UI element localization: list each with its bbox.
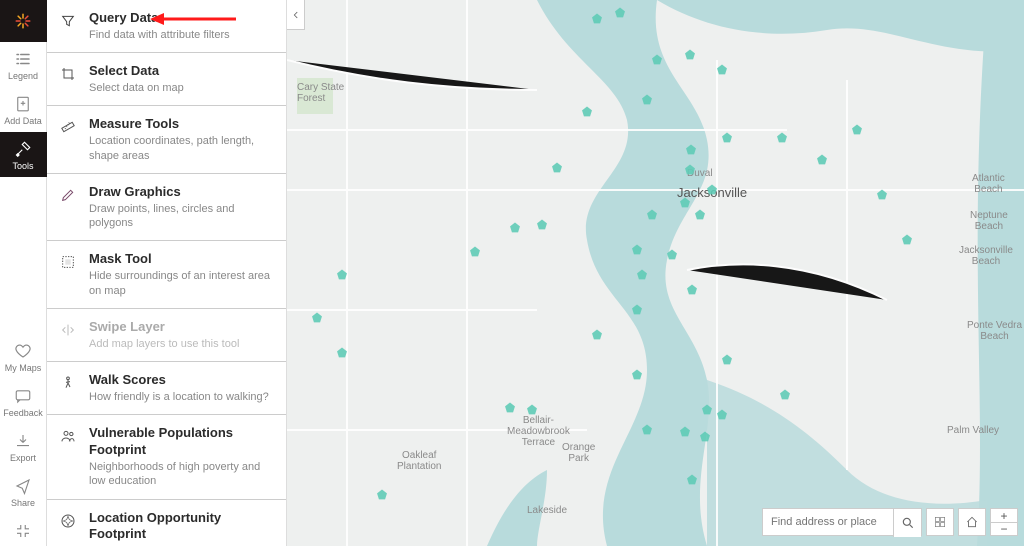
filter-icon	[59, 12, 77, 30]
tool-vuln-pop[interactable]: Vulnerable Populations Footprint Neighbo…	[47, 415, 286, 499]
swipe-icon	[59, 321, 77, 339]
left-rail: Legend Add Data Tools My Maps Feedback E…	[0, 0, 47, 546]
zoom-in-button[interactable]: +	[990, 508, 1018, 522]
rail-label: Share	[11, 498, 35, 508]
walk-icon	[59, 374, 77, 392]
rail-item-share[interactable]: Share	[0, 469, 47, 514]
tool-title: Walk Scores	[89, 372, 274, 389]
tool-desc: How friendly is a location to walking?	[89, 390, 274, 404]
rail-item-tools[interactable]: Tools	[0, 132, 47, 177]
tool-title: Query Data	[89, 10, 274, 27]
rail-label: Export	[10, 453, 36, 463]
share-icon	[14, 477, 32, 495]
tool-desc: Hide surroundings of an interest area on…	[89, 269, 274, 298]
compass-icon	[59, 512, 77, 530]
tool-title: Vulnerable Populations Footprint	[89, 425, 274, 459]
map-basemap	[287, 0, 1024, 546]
search-icon	[901, 516, 915, 530]
tool-walk-scores[interactable]: Walk Scores How friendly is a location t…	[47, 362, 286, 415]
tool-title: Swipe Layer	[89, 319, 274, 336]
search-input[interactable]	[763, 509, 893, 535]
collapse-panel-button[interactable]	[287, 0, 305, 30]
tool-desc: Select data on map	[89, 81, 274, 95]
tool-desc: Find data with attribute filters	[89, 28, 274, 42]
tool-title: Location Opportunity Footprint	[89, 510, 274, 544]
search-button[interactable]	[893, 509, 921, 537]
people-icon	[59, 427, 77, 445]
rail-item-legend[interactable]: Legend	[0, 42, 47, 87]
tool-title: Measure Tools	[89, 116, 274, 133]
heart-icon	[14, 342, 32, 360]
pencil-icon	[59, 186, 77, 204]
rail-item-export[interactable]: Export	[0, 424, 47, 469]
rail-label: Legend	[8, 71, 38, 81]
rail-item-fullscreen[interactable]	[0, 514, 47, 546]
tool-measure[interactable]: Measure Tools Location coordinates, path…	[47, 106, 286, 173]
tool-select-data[interactable]: Select Data Select data on map	[47, 53, 286, 106]
tool-title: Select Data	[89, 63, 274, 80]
basemap-button[interactable]	[926, 508, 954, 536]
rail-label: Feedback	[3, 408, 43, 418]
tool-desc: Neighborhoods of high poverty and low ed…	[89, 460, 274, 489]
tool-desc: Add map layers to use this tool	[89, 337, 274, 351]
spark-logo-icon	[14, 12, 32, 30]
map-controls: + −	[762, 508, 1018, 536]
rail-item-my-maps[interactable]: My Maps	[0, 334, 47, 379]
map-canvas[interactable]: Jacksonville Duval Cary State Forest Atl…	[287, 0, 1024, 546]
app-logo[interactable]	[0, 0, 47, 42]
tool-loc-opp[interactable]: Location Opportunity Footprint Affordabl…	[47, 500, 286, 546]
tool-mask[interactable]: Mask Tool Hide surroundings of an intere…	[47, 241, 286, 308]
crop-icon	[59, 65, 77, 83]
tool-title: Draw Graphics	[89, 184, 274, 201]
tools-icon	[14, 140, 32, 158]
mask-icon	[59, 253, 77, 271]
chat-icon	[14, 387, 32, 405]
zoom-out-button[interactable]: −	[990, 522, 1018, 536]
tool-desc: Draw points, lines, circles and polygons	[89, 202, 274, 231]
tool-swipe[interactable]: Swipe Layer Add map layers to use this t…	[47, 309, 286, 362]
collapse-icon	[14, 522, 32, 540]
tool-draw[interactable]: Draw Graphics Draw points, lines, circle…	[47, 174, 286, 241]
add-file-icon	[14, 95, 32, 113]
rail-label: Tools	[12, 161, 33, 171]
ruler-icon	[59, 118, 77, 136]
tool-title: Mask Tool	[89, 251, 274, 268]
tool-query-data[interactable]: Query Data Find data with attribute filt…	[47, 0, 286, 53]
home-extent-button[interactable]	[958, 508, 986, 536]
tools-panel[interactable]: Query Data Find data with attribute filt…	[47, 0, 287, 546]
chevron-left-icon	[291, 10, 301, 20]
rail-label: Add Data	[4, 116, 42, 126]
rail-label: My Maps	[5, 363, 42, 373]
list-icon	[14, 50, 32, 68]
map-search	[762, 508, 922, 536]
home-icon	[965, 515, 979, 529]
rail-item-add-data[interactable]: Add Data	[0, 87, 47, 132]
tool-desc: Location coordinates, path length, shape…	[89, 134, 274, 163]
rail-item-feedback[interactable]: Feedback	[0, 379, 47, 424]
download-icon	[14, 432, 32, 450]
grid-icon	[933, 515, 947, 529]
